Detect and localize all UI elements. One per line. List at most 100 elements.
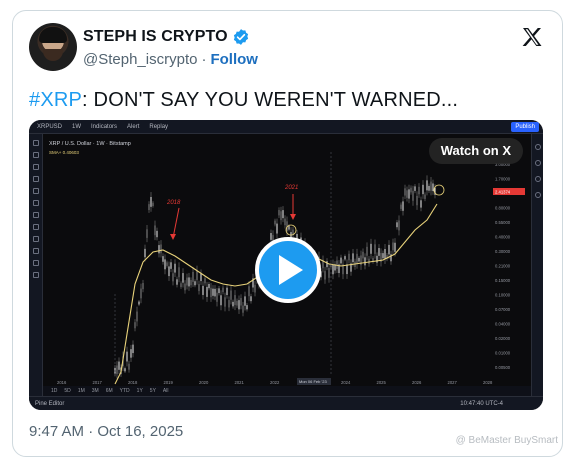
candle-body [426, 180, 428, 191]
date-tag: Mon 06 Feb '23 [299, 379, 327, 384]
text-icon[interactable] [32, 188, 39, 194]
tv-interval[interactable]: 1W [72, 124, 81, 130]
candle-body [366, 246, 368, 256]
candle-body [370, 243, 372, 254]
annotation-2021: 2021 [284, 185, 298, 191]
pattern-icon[interactable] [32, 200, 39, 206]
author-display-name[interactable]: STEPH IS CRYPTO [83, 28, 228, 46]
trendline-icon[interactable] [32, 152, 39, 158]
alerts-icon[interactable] [534, 160, 541, 166]
lock-icon[interactable] [32, 248, 39, 254]
candle-body [368, 258, 370, 265]
x-tick-label: 2018 [128, 380, 138, 385]
candle-body [134, 322, 136, 329]
candle-body [336, 260, 338, 269]
x-tick-label: 2028 [483, 380, 493, 385]
candle-body [204, 278, 206, 284]
candle-body [210, 287, 212, 298]
watchlist-icon[interactable] [534, 144, 541, 150]
candle-body [180, 283, 182, 287]
candle-body [218, 288, 220, 294]
candle-body [234, 295, 236, 306]
x-tick-label: 2026 [412, 380, 422, 385]
candle-body [162, 256, 164, 262]
tv-publish-button[interactable]: Publish [511, 122, 539, 132]
candle-body [396, 222, 398, 228]
candle-body [212, 288, 214, 296]
avatar-beard [43, 49, 63, 61]
candle-body [170, 262, 172, 269]
timeframe-1y[interactable]: 1Y [137, 388, 143, 394]
trash-icon[interactable] [32, 272, 39, 278]
follow-button[interactable]: Follow [210, 51, 258, 68]
news-icon[interactable] [534, 176, 541, 182]
pine-editor-tab[interactable]: Pine Editor [35, 401, 64, 407]
price-tag: 2.41374 [495, 190, 511, 195]
hashtag-link[interactable]: #XRP [29, 89, 82, 111]
candle-body [132, 344, 134, 354]
tweet-timestamp[interactable]: 9:47 AM · Oct 16, 2025 [29, 423, 183, 440]
eye-icon[interactable] [32, 260, 39, 266]
timeframe-all[interactable]: All [163, 388, 169, 394]
candle-body [412, 190, 414, 201]
candle-body [184, 283, 186, 291]
author-avatar[interactable] [29, 23, 77, 71]
tv-symbol[interactable]: XRPUSD [37, 124, 62, 130]
author-handle-row: @Steph_iscrypto · Follow [83, 51, 258, 68]
video-media[interactable]: XRPUSD 1W Indicators Alert Replay Publis… [29, 120, 543, 410]
y-tick-label: 0.55000 [495, 220, 511, 225]
candle-body [154, 225, 156, 236]
x-tick-label: 2019 [164, 380, 174, 385]
timeframe-3m[interactable]: 3M [92, 388, 99, 394]
magnet-icon[interactable] [32, 236, 39, 242]
timeframe-5y[interactable]: 5Y [150, 388, 156, 394]
timeframe-ytd[interactable]: YTD [120, 388, 130, 394]
candle-body [326, 261, 328, 268]
candle-body [424, 194, 426, 199]
play-button[interactable] [255, 237, 321, 303]
candle-body [410, 187, 412, 193]
candle-body [254, 284, 256, 293]
candle-body [358, 257, 360, 262]
tv-alert[interactable]: Alert [127, 124, 139, 130]
timeframe-6m[interactable]: 6M [106, 388, 113, 394]
tweet-card[interactable]: STEPH IS CRYPTO @Steph_iscrypto · Follow… [12, 10, 563, 457]
candle-body [248, 286, 250, 297]
candle-body [228, 300, 230, 308]
candle-body [246, 305, 248, 310]
candle-body [284, 218, 286, 226]
candle-body [384, 248, 386, 259]
x-logo-icon[interactable] [520, 25, 544, 49]
candle-body [182, 273, 184, 283]
timeframe-5d[interactable]: 5D [64, 388, 70, 394]
timeframe-1m[interactable]: 1M [78, 388, 85, 394]
watch-on-x-button[interactable]: Watch on X [428, 138, 523, 164]
candle-body [226, 287, 228, 295]
candle-body [392, 242, 394, 251]
calendar-icon[interactable] [534, 192, 541, 198]
brush-icon[interactable] [32, 176, 39, 182]
candle-body [158, 245, 160, 254]
candle-body [196, 270, 198, 280]
candle-body [280, 211, 282, 221]
author-handle[interactable]: @Steph_iscrypto [83, 51, 197, 68]
tv-timeframe-bar: 1D 5D 1M 3M 6M YTD 1Y 5Y All [43, 386, 531, 396]
ruler-icon[interactable] [32, 212, 39, 218]
zoom-icon[interactable] [32, 224, 39, 230]
candle-body [274, 220, 276, 225]
candle-body [270, 233, 272, 240]
candle-body [398, 220, 400, 231]
candle-body [328, 267, 330, 278]
tv-indicators[interactable]: Indicators [91, 124, 117, 130]
y-tick-label: 0.15000 [495, 278, 511, 283]
candle-body [142, 283, 144, 290]
fib-icon[interactable] [32, 164, 39, 170]
candle-body [362, 251, 364, 259]
candle-body [242, 305, 244, 313]
y-tick-label: 1.70000 [495, 177, 511, 182]
timeframe-1d[interactable]: 1D [51, 388, 57, 394]
candle-body [250, 296, 252, 302]
verified-badge-icon [233, 29, 248, 45]
crosshair-icon[interactable] [32, 140, 39, 146]
tv-replay[interactable]: Replay [149, 124, 168, 130]
